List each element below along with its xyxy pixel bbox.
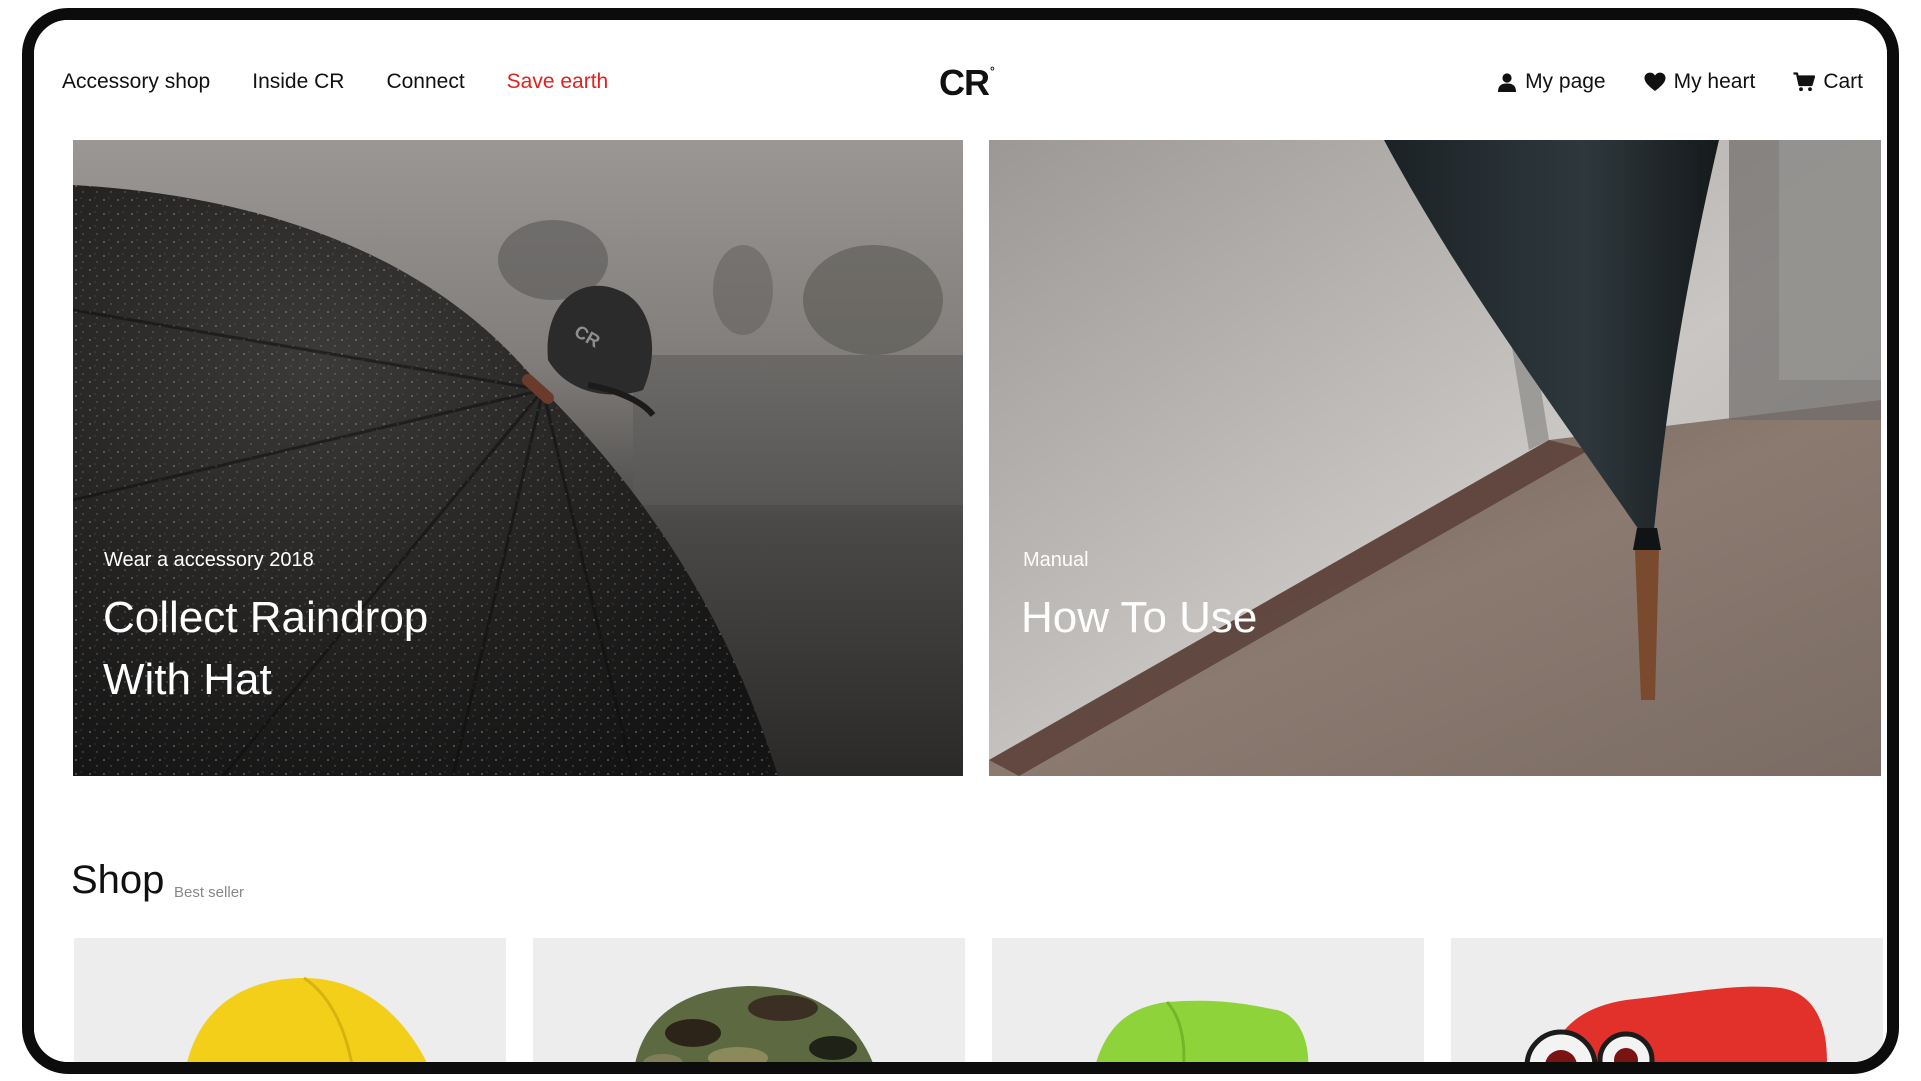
- hero-title-line-1: Collect Raindrop: [103, 593, 429, 642]
- camo-cap-image: [635, 986, 873, 1062]
- my-page-link[interactable]: My page: [1497, 70, 1606, 94]
- logo-mark: °: [990, 64, 995, 78]
- hero-card-how-to-use[interactable]: Manual How To Use: [989, 140, 1881, 776]
- device-frame: Accessory shop Inside CR Connect Save ea…: [22, 8, 1899, 1074]
- hero-card-raindrop[interactable]: CR Wear a accessory 2018 Collect Raindro…: [73, 140, 963, 776]
- my-heart-link[interactable]: My heart: [1644, 70, 1756, 94]
- green-cap-image: [1096, 1000, 1309, 1062]
- main-nav: Accessory shop Inside CR Connect Save ea…: [62, 70, 608, 94]
- cart-link[interactable]: Cart: [1793, 70, 1863, 94]
- product-card-green-cap[interactable]: [992, 938, 1424, 1062]
- hero-eyebrow: Manual: [1023, 549, 1089, 571]
- brand-logo[interactable]: CR°: [939, 62, 995, 104]
- my-heart-label: My heart: [1673, 70, 1756, 93]
- shop-subheading: Best seller: [174, 884, 245, 901]
- cart-icon: [1793, 72, 1816, 92]
- account-nav: My page My heart Cart: [1497, 70, 1863, 94]
- hero-image-closed-umbrella: [989, 140, 1881, 776]
- nav-accessory-shop[interactable]: Accessory shop: [62, 70, 210, 94]
- hero-title: Collect Raindrop With Hat: [103, 587, 428, 711]
- logo-text: CR: [939, 62, 990, 103]
- cart-label: Cart: [1823, 70, 1863, 93]
- hero-title: How To Use: [1021, 593, 1258, 642]
- shop-heading: Shop: [71, 858, 165, 902]
- product-card-red-cap[interactable]: [1451, 938, 1883, 1062]
- user-icon: [1497, 72, 1517, 92]
- nav-inside-cr[interactable]: Inside CR: [252, 70, 344, 94]
- red-cap-image: [1524, 986, 1827, 1062]
- hero-eyebrow: Wear a accessory 2018: [104, 549, 314, 571]
- hero-title-line-2: With Hat: [103, 655, 272, 704]
- my-page-label: My page: [1525, 70, 1606, 93]
- product-card-yellow-cap[interactable]: [74, 938, 506, 1062]
- page: Accessory shop Inside CR Connect Save ea…: [34, 20, 1887, 1062]
- heart-icon: [1644, 72, 1666, 92]
- nav-save-earth[interactable]: Save earth: [507, 70, 609, 94]
- product-card-camo-cap[interactable]: [533, 938, 965, 1062]
- nav-connect[interactable]: Connect: [386, 70, 464, 94]
- yellow-cap-image: [187, 976, 427, 1062]
